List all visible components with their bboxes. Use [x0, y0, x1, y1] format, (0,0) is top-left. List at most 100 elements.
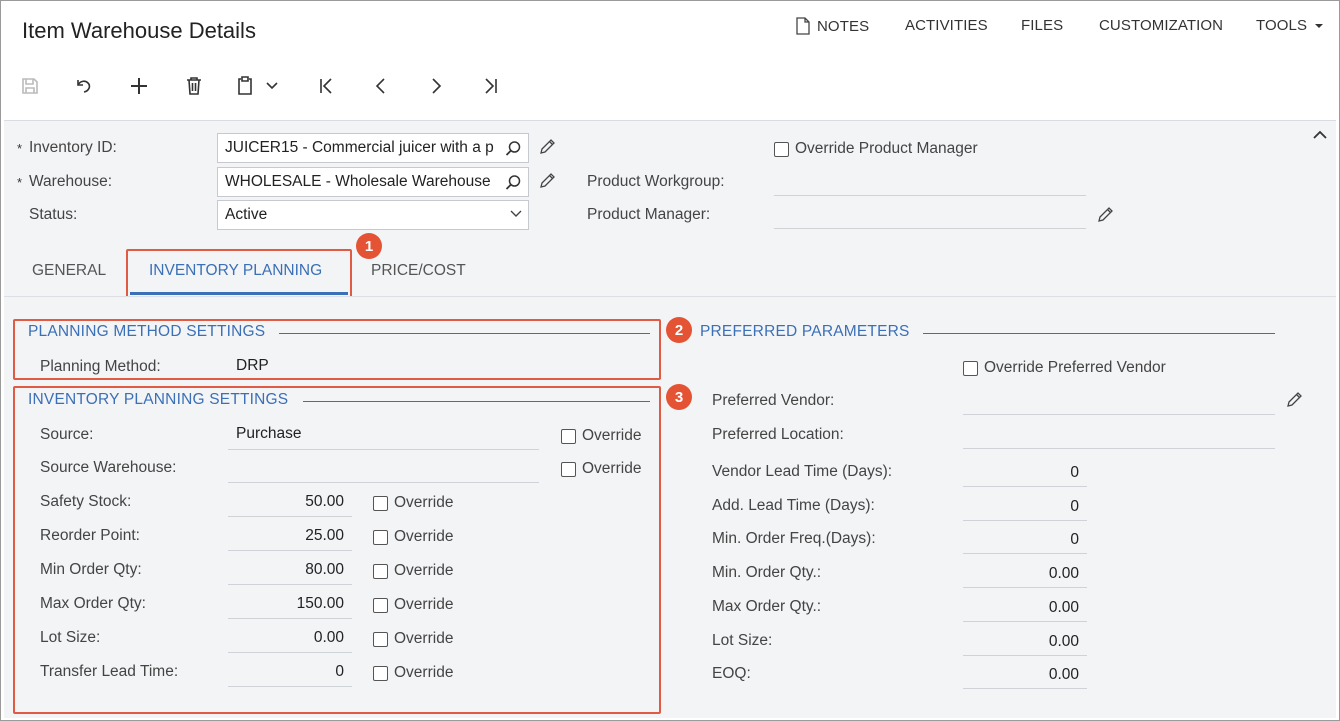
preferred-location-field[interactable]	[963, 427, 1275, 449]
eoq-field[interactable]: 0.00	[963, 659, 1087, 690]
override-label: Override	[582, 427, 642, 444]
add-icon	[131, 78, 147, 94]
tab-general[interactable]: GENERAL	[32, 262, 106, 280]
source-warehouse-label: Source Warehouse:	[40, 459, 177, 476]
add-lead-time-days-field[interactable]: 0	[963, 491, 1087, 521]
lot-size-field[interactable]: 0.00	[963, 626, 1087, 656]
save-button[interactable]	[16, 73, 44, 99]
edit-pencil-icon[interactable]	[539, 138, 556, 155]
transfer-lead-time-field[interactable]: 0	[228, 657, 352, 687]
source-field[interactable]: Purchase	[228, 425, 539, 450]
product-workgroup-field[interactable]	[774, 174, 1086, 196]
checkbox-box	[373, 529, 388, 545]
max-order-qty-field[interactable]: 0.00	[963, 592, 1087, 622]
checkbox-box	[373, 563, 388, 579]
add-lead-time-days-label: Add. Lead Time (Days):	[712, 496, 875, 514]
previous-record-icon	[375, 78, 385, 94]
product-manager-field[interactable]	[774, 207, 1086, 229]
first-record-button[interactable]	[312, 73, 340, 99]
lot-size-value: 0.00	[1048, 632, 1079, 650]
lot-size-value: 0.00	[313, 629, 344, 646]
status-select[interactable]: Active	[217, 200, 529, 230]
preferred-vendor-field[interactable]	[963, 393, 1275, 415]
min-order-qty-value: 0.00	[1048, 565, 1079, 583]
page-title: Item Warehouse Details	[22, 18, 256, 43]
preferred-vendor-label: Preferred Vendor:	[712, 392, 835, 409]
edit-pencil-icon[interactable]	[1286, 391, 1303, 408]
min-order-qty-field[interactable]: 80.00	[228, 555, 352, 585]
override-product-manager-label: Override Product Manager	[795, 140, 978, 157]
override-label: Override	[394, 596, 454, 613]
files-button[interactable]: FILES	[1021, 17, 1063, 34]
source-warehouse-field[interactable]	[228, 458, 539, 483]
reorder-point-override-checkbox[interactable]: Override	[373, 528, 453, 546]
tools-menu[interactable]: TOOLS	[1256, 17, 1324, 34]
callout-badge-1: 1	[356, 233, 382, 259]
inventory-id-label: Inventory ID:	[29, 139, 117, 156]
required-mark: *	[17, 175, 23, 190]
notes-icon	[796, 17, 810, 35]
min-order-qty-value: 80.00	[305, 561, 344, 578]
safety-stock-override-checkbox[interactable]: Override	[373, 494, 453, 512]
notes-label: NOTES	[817, 17, 870, 35]
warehouse-field[interactable]: WHOLESALE - Wholesale Warehouse	[217, 167, 529, 197]
eoq-value: 0.00	[1048, 666, 1079, 684]
override-label: Override	[394, 528, 454, 545]
transfer-lead-time-override-checkbox[interactable]: Override	[373, 664, 453, 682]
warehouse-label: Warehouse:	[29, 173, 112, 190]
checkbox-box	[373, 665, 388, 681]
vendor-lead-time-days-value: 0	[1070, 464, 1079, 481]
section-rule	[923, 333, 1275, 334]
checkbox-box	[963, 360, 978, 376]
undo-button[interactable]	[70, 73, 98, 99]
reorder-point-label: Reorder Point:	[40, 527, 140, 544]
lot-size-field[interactable]: 0.00	[228, 623, 352, 653]
tools-label: TOOLS	[1256, 17, 1308, 34]
max-order-qty-field[interactable]: 150.00	[228, 589, 352, 619]
max-order-qty-value: 150.00	[296, 595, 344, 612]
vendor-lead-time-days-field[interactable]: 0	[963, 457, 1087, 487]
inventory-id-field[interactable]: JUICER15 - Commercial juicer with a p	[217, 133, 529, 163]
tab-price-cost[interactable]: PRICE/COST	[371, 262, 466, 280]
next-record-button[interactable]	[422, 73, 450, 99]
override-preferred-vendor-checkbox[interactable]: Override Preferred Vendor	[963, 359, 1166, 377]
edit-pencil-icon[interactable]	[539, 172, 556, 189]
customization-button[interactable]: CUSTOMIZATION	[1099, 17, 1223, 34]
callout-badge-3: 3	[666, 384, 692, 410]
max-order-qty-override-checkbox[interactable]: Override	[373, 596, 453, 614]
min-order-qty-label: Min Order Qty:	[40, 561, 142, 578]
override-label: Override	[582, 460, 642, 477]
safety-stock-field[interactable]: 50.00	[228, 487, 352, 517]
vendor-lead-time-days-label: Vendor Lead Time (Days):	[712, 463, 893, 480]
max-order-qty-value: 0.00	[1048, 598, 1079, 616]
delete-button[interactable]	[180, 73, 208, 99]
min-order-qty-override-checkbox[interactable]: Override	[373, 562, 453, 580]
checkbox-box	[561, 461, 576, 477]
last-record-button[interactable]	[477, 73, 505, 99]
min-order-freq-days-field[interactable]: 0	[963, 524, 1087, 555]
save-icon	[22, 78, 38, 94]
override-product-manager-checkbox[interactable]: Override Product Manager	[774, 140, 978, 158]
required-mark: *	[17, 141, 23, 156]
notes-button[interactable]: NOTES	[796, 17, 869, 35]
add-lead-time-days-value: 0	[1070, 497, 1079, 515]
add-button[interactable]	[125, 73, 153, 99]
chevron-down-icon	[510, 210, 522, 217]
search-icon[interactable]	[505, 140, 522, 157]
search-icon[interactable]	[505, 174, 522, 191]
checkbox-box	[373, 631, 388, 647]
copy-paste-menu[interactable]	[236, 73, 286, 99]
activities-button[interactable]: ACTIVITIES	[905, 17, 988, 34]
previous-record-button[interactable]	[367, 73, 395, 99]
reorder-point-field[interactable]: 25.00	[228, 521, 352, 551]
product-manager-label: Product Manager:	[587, 206, 711, 223]
lot-size-override-checkbox[interactable]: Override	[373, 630, 453, 648]
source-override-checkbox[interactable]: Override	[561, 427, 641, 445]
lot-size-label: Lot Size:	[712, 631, 773, 649]
status-value: Active	[225, 206, 268, 223]
source-warehouse-override-checkbox[interactable]: Override	[561, 460, 641, 478]
edit-pencil-icon[interactable]	[1097, 206, 1114, 223]
preferred-parameters-section-title: PREFERRED PARAMETERS	[700, 323, 910, 340]
collapse-icon[interactable]	[1313, 130, 1327, 139]
min-order-qty-field[interactable]: 0.00	[963, 558, 1087, 589]
